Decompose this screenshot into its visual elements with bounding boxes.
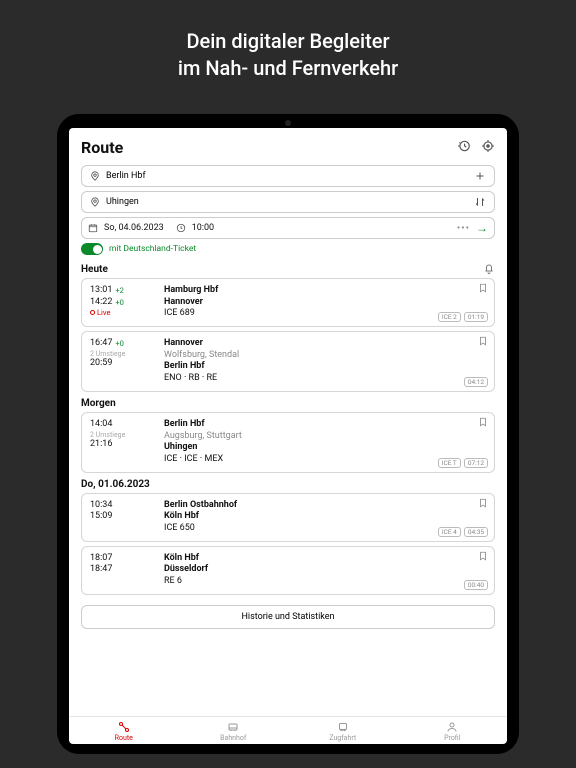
from-field[interactable] xyxy=(81,165,495,187)
tab-label: Bahnhof xyxy=(220,734,246,742)
clock-icon xyxy=(176,223,186,233)
trip-times: 18:0718:47 xyxy=(90,553,154,588)
tablet-frame: Route So, 04.06.2023 10:00 xyxy=(57,114,519,754)
section-title: Heute xyxy=(81,264,108,275)
bell-icon[interactable] xyxy=(483,263,495,275)
trip-card[interactable]: 14:042 Umstiege21:16Berlin HbfAugsburg, … xyxy=(81,412,495,473)
page-title: Route xyxy=(81,138,123,157)
trip-times: 14:042 Umstiege21:16 xyxy=(90,419,154,466)
trip-badge: 07:12 xyxy=(464,458,488,468)
plus-icon[interactable] xyxy=(474,170,486,182)
to-field[interactable] xyxy=(81,191,495,213)
bookmark-icon[interactable] xyxy=(478,551,488,561)
app-screen: Route So, 04.06.2023 10:00 xyxy=(69,128,507,744)
trip-times: 13:01+214:22+0Live xyxy=(90,285,154,320)
datetime-row[interactable]: So, 04.06.2023 10:00 ••• → xyxy=(81,217,495,239)
tab-label: Route xyxy=(115,734,133,742)
trip-card[interactable]: 13:01+214:22+0LiveHamburg HbfHannoverICE… xyxy=(81,278,495,327)
bookmark-icon[interactable] xyxy=(478,417,488,427)
pin-icon xyxy=(90,171,100,181)
section-header: Morgen xyxy=(81,398,495,409)
calendar-icon xyxy=(88,223,98,233)
tab-label: Profil xyxy=(444,734,460,742)
trip-card[interactable]: 16:47+02 Umstiege20:59HannoverWolfsburg,… xyxy=(81,331,495,392)
trip-times: 16:47+02 Umstiege20:59 xyxy=(90,338,154,385)
page-header: Route xyxy=(81,138,495,157)
history-icon[interactable] xyxy=(457,139,471,156)
search-go-button[interactable]: → xyxy=(476,221,488,235)
trip-stations: Köln HbfDüsseldorfRE 6 xyxy=(164,553,486,588)
trip-badge: 04:12 xyxy=(464,377,488,387)
promo-title: Dein digitaler Begleiter im Nah- und Fer… xyxy=(0,0,576,104)
location-icon[interactable] xyxy=(481,139,495,156)
trip-stations: HannoverWolfsburg, StendalBerlin HbfENO … xyxy=(164,338,486,385)
tab-label: Zugfahrt xyxy=(329,734,356,742)
bookmark-icon[interactable] xyxy=(478,283,488,293)
trip-card[interactable]: 10:3415:09Berlin OstbahnhofKöln HbfICE 6… xyxy=(81,493,495,542)
from-input[interactable] xyxy=(106,171,468,181)
trip-times: 10:3415:09 xyxy=(90,500,154,535)
section-title: Morgen xyxy=(81,398,116,409)
trip-badge: 04:35 xyxy=(464,527,488,537)
tab-zugfahrt[interactable]: Zugfahrt xyxy=(288,721,398,742)
tab-profil[interactable]: Profil xyxy=(398,721,508,742)
swap-icon[interactable] xyxy=(474,196,486,208)
tab-bar: Route Bahnhof Zugfahrt Profil xyxy=(69,716,507,744)
tab-route[interactable]: Route xyxy=(69,721,179,742)
to-input[interactable] xyxy=(106,197,468,207)
ticket-label: mit Deutschland-Ticket xyxy=(109,244,196,254)
section-header: Heute xyxy=(81,263,495,275)
bookmark-icon[interactable] xyxy=(478,336,488,346)
bookmark-icon[interactable] xyxy=(478,498,488,508)
trip-badge: ICE 2 xyxy=(438,312,461,322)
trip-badge: ICE 4 xyxy=(438,527,461,537)
trip-card[interactable]: 18:0718:47 Köln HbfDüsseldorfRE 600:40 xyxy=(81,546,495,595)
pin-icon xyxy=(90,197,100,207)
section-header: Do, 01.06.2023 xyxy=(81,479,495,490)
section-title: Do, 01.06.2023 xyxy=(81,479,150,490)
tab-bahnhof[interactable]: Bahnhof xyxy=(179,721,289,742)
deutschland-ticket-toggle[interactable] xyxy=(81,243,103,255)
more-icon[interactable]: ••• xyxy=(457,223,470,234)
ticket-toggle-row: mit Deutschland-Ticket xyxy=(81,243,495,255)
trip-badge: 00:40 xyxy=(464,580,488,590)
trip-badge: ICE T xyxy=(438,458,461,468)
trip-badge: 01:19 xyxy=(464,312,488,322)
date-value: So, 04.06.2023 xyxy=(104,223,164,233)
camera-dot xyxy=(285,120,291,126)
history-stats-button[interactable]: Historie und Statistiken xyxy=(81,605,495,629)
time-value: 10:00 xyxy=(192,223,214,233)
